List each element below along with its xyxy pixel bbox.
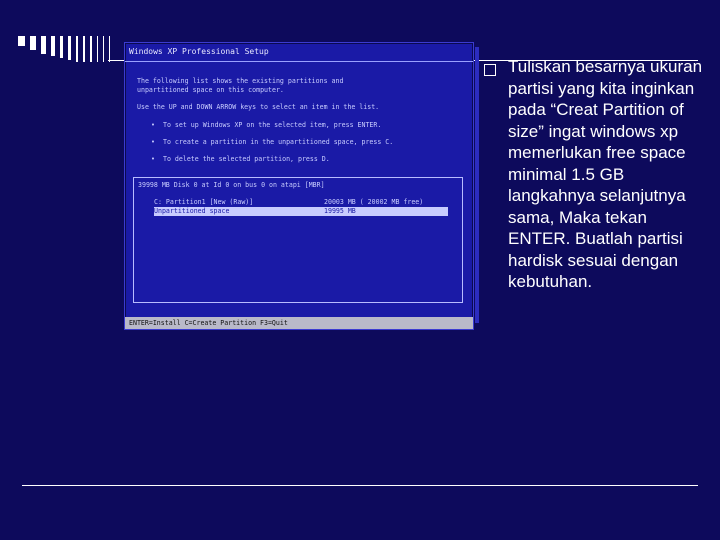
setup-option-delete: To delete the selected partition, press …	[163, 155, 330, 163]
partition-label: Unpartitioned space	[154, 207, 230, 215]
setup-option-enter: To set up Windows XP on the selected ite…	[163, 121, 382, 129]
scrollbar[interactable]	[475, 47, 479, 323]
disk-header: 39998 MB Disk 0 at Id 0 on bus 0 on atap…	[138, 181, 325, 189]
setup-intro-line-2: unpartitioned space on this computer.	[137, 86, 284, 94]
partition-size: 20003 MB ( 20002 MB free)	[324, 198, 424, 206]
partition-list: 39998 MB Disk 0 at Id 0 on bus 0 on atap…	[133, 177, 463, 303]
setup-option-create: To create a partition in the unpartition…	[163, 138, 394, 146]
setup-instruction: Use the UP and DOWN ARROW keys to select…	[137, 103, 380, 111]
setup-title: Windows XP Professional Setup	[125, 43, 473, 62]
bullet-dot: •	[151, 138, 155, 146]
partition-label: C: Partition1 [New (Raw)]	[154, 198, 254, 206]
bullet-dot: •	[151, 155, 155, 163]
setup-intro-line-1: The following list shows the existing pa…	[137, 77, 344, 85]
bottom-divider	[22, 485, 698, 486]
status-bar: ENTER=Install C=Create Partition F3=Quit	[125, 317, 473, 329]
bullet-dot: •	[151, 121, 155, 129]
partition-size: 19995 MB	[324, 207, 356, 215]
partition-row-selected[interactable]: Unpartitioned space 19995 MB	[154, 207, 448, 216]
square-bullet-icon	[484, 64, 496, 76]
setup-screenshot: Windows XP Professional Setup The follow…	[124, 42, 479, 330]
decorative-stripes	[18, 36, 115, 62]
partition-row[interactable]: C: Partition1 [New (Raw)] 20003 MB ( 200…	[154, 198, 448, 207]
description-text: Tuliskan besarnya ukuran partisi yang ki…	[508, 57, 703, 291]
